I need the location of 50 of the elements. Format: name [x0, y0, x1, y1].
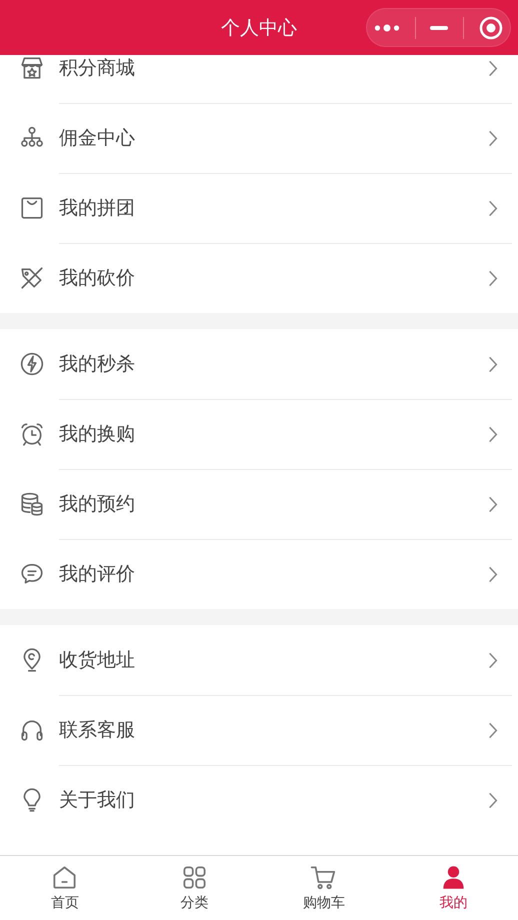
menu-label: 我的砍价 [59, 266, 136, 291]
lightning-icon [19, 351, 45, 377]
menu-item[interactable]: 我的换购 [0, 399, 518, 469]
tag-icon [19, 265, 45, 291]
menu-item[interactable]: 我的预约 [0, 469, 518, 539]
menu-item[interactable]: 联系客服 [0, 695, 518, 765]
close-icon[interactable] [478, 16, 503, 40]
chevron-right-icon [488, 270, 498, 286]
chevron-right-icon [488, 566, 498, 582]
chevron-right-icon [488, 130, 498, 146]
menu-label: 积分商城 [59, 56, 136, 81]
tab-item[interactable]: 首页 [0, 856, 130, 920]
menu-label: 我的换购 [59, 422, 136, 447]
store-icon [19, 55, 45, 81]
menu-label: 收货地址 [59, 648, 136, 673]
tab-item[interactable]: 分类 [130, 856, 259, 920]
menu-item[interactable]: 收货地址 [0, 625, 518, 695]
chevron-right-icon [488, 496, 498, 512]
tab-item[interactable]: 我的 [388, 856, 518, 920]
menu-item[interactable]: 我的拼团 [0, 173, 518, 243]
chevron-right-icon [488, 200, 498, 216]
grid-icon [180, 864, 208, 891]
home-icon [51, 864, 78, 891]
chevron-right-icon [488, 426, 498, 442]
minimize-icon[interactable] [430, 26, 448, 30]
menu-item[interactable]: 我的秒杀 [0, 329, 518, 399]
menu-item[interactable]: 我的评价 [0, 539, 518, 609]
chevron-right-icon [488, 60, 498, 76]
cart-icon [310, 864, 338, 891]
alarm-clock-icon [19, 421, 45, 447]
menu-label: 佣金中心 [59, 126, 136, 151]
menu-label: 我的预约 [59, 492, 136, 517]
menu-item[interactable]: 积分商城 [0, 55, 518, 103]
chevron-right-icon [488, 356, 498, 372]
menu-label: 我的秒杀 [59, 352, 136, 377]
chevron-right-icon [488, 652, 498, 668]
menu-item[interactable]: 关于我们 [0, 765, 518, 835]
menu-item[interactable]: 佣金中心 [0, 103, 518, 173]
chevron-right-icon [488, 792, 498, 808]
menu-item[interactable]: 我的砍价 [0, 243, 518, 313]
menu-label: 关于我们 [59, 788, 136, 813]
menu-label: 我的评价 [59, 562, 136, 587]
coin-stack-icon [19, 491, 45, 517]
page-title: 个人中心 [221, 16, 297, 40]
more-icon[interactable] [374, 22, 400, 32]
chevron-right-icon [488, 722, 498, 738]
menu-label: 我的拼团 [59, 196, 136, 221]
bag-icon [19, 195, 45, 221]
tab-item[interactable]: 购物车 [259, 856, 388, 920]
menu-label: 联系客服 [59, 718, 136, 743]
